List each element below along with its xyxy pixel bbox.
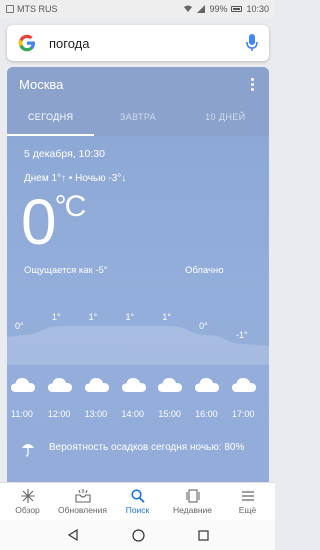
precipitation-row: Вероятность осадков сегодня ночью: 80% [21, 441, 261, 457]
weather-card-header: Москва [7, 67, 269, 102]
current-temperature: 0°C [21, 190, 87, 254]
weather-date: 5 декабря, 10:30 [24, 148, 105, 160]
nav-more[interactable]: Ещё [220, 483, 275, 520]
weather-condition: Облачно [185, 265, 224, 276]
hourly-temp-label: -1° [236, 330, 248, 340]
cloud-icon [121, 378, 146, 392]
nav-overview-label: Обзор [15, 504, 40, 515]
active-tab-indicator [7, 134, 94, 136]
nav-recent[interactable]: Недавние [165, 483, 220, 520]
sim-icon [6, 5, 14, 13]
battery-icon [231, 6, 243, 12]
nav-overview[interactable]: Обзор [0, 483, 55, 520]
temperature-graph [7, 326, 269, 365]
hourly-temp-label: 1° [162, 312, 171, 322]
system-navigation [0, 520, 275, 550]
hourly-icons [7, 375, 269, 397]
google-logo-icon [18, 34, 35, 52]
precipitation-text: Вероятность осадков сегодня ночью: 80% [49, 442, 245, 453]
hourly-time-label: 11:00 [11, 409, 33, 419]
wifi-icon [184, 5, 193, 12]
carrier-label: MTS RUS [17, 4, 58, 14]
hourly-time-label: 13:00 [84, 409, 108, 419]
cloud-icon [232, 378, 256, 392]
umbrella-icon [22, 444, 34, 457]
temperature-area [7, 326, 269, 365]
nav-recent-label: Недавние [172, 504, 213, 515]
hourly-temp-label: 1° [125, 312, 135, 322]
more-options-icon[interactable] [247, 78, 257, 91]
inbox-icon [74, 488, 91, 503]
recent-icon [185, 488, 200, 503]
search-icon [130, 488, 145, 503]
tab-10-days[interactable]: 10 ДНЕЙ [182, 102, 269, 136]
nav-search[interactable]: Поиск [110, 483, 165, 520]
hourly-time-label: 16:00 [195, 409, 218, 419]
hourly-temp-label: 0° [15, 321, 24, 331]
back-icon[interactable] [67, 529, 79, 541]
tab-today[interactable]: СЕГОДНЯ [7, 102, 94, 136]
temperature-value: 0 [21, 186, 57, 258]
search-query[interactable]: погода [49, 36, 90, 51]
hourly-temp-label: 1° [88, 312, 98, 322]
tab-tomorrow[interactable]: ЗАВТРА [94, 102, 181, 136]
weather-tabs: СЕГОДНЯ ЗАВТРА 10 ДНЕЙ [7, 102, 269, 136]
bottom-navigation: Обзор Обновления Поиск Недавние Ещё [0, 482, 275, 520]
status-time: 10:30 [246, 4, 269, 14]
hourly-time-label: 12:00 [47, 409, 71, 419]
nav-more-label: Ещё [238, 504, 257, 515]
hourly-time-label: 17:00 [232, 409, 255, 419]
cloud-icon [158, 378, 183, 392]
cloud-icon [11, 378, 35, 392]
hourly-time-label: 15:00 [158, 409, 181, 419]
nav-search-label: Поиск [125, 504, 150, 515]
microphone-icon[interactable] [245, 33, 259, 53]
signal-icon [197, 5, 206, 13]
temperature-unit: °C [54, 190, 87, 223]
search-bar[interactable]: погода [7, 25, 269, 61]
cloud-icon [195, 378, 220, 392]
menu-icon [241, 490, 254, 501]
status-bar: MTS RUS 99% 10:30 [0, 0, 275, 18]
day-night-temps: Днем 1°↑ • Ночью -3°↓ [24, 173, 127, 184]
nav-updates[interactable]: Обновления [55, 483, 110, 520]
weather-card: Москва СЕГОДНЯ ЗАВТРА 10 ДНЕЙ 5 декабря,… [7, 67, 269, 482]
hourly-temp-label: 1° [51, 312, 61, 322]
feels-like: Ощущается как -5° [24, 265, 108, 276]
hourly-temp-label: 0° [199, 321, 208, 331]
sparkle-icon [20, 488, 35, 503]
nav-updates-label: Обновления [58, 504, 107, 515]
cloud-icon [84, 378, 109, 392]
hourly-time-label: 14:00 [121, 409, 145, 419]
home-icon[interactable] [131, 528, 145, 542]
cloud-icon [47, 378, 72, 392]
overview-icon[interactable] [197, 529, 209, 541]
city-name: Москва [19, 77, 64, 92]
battery-percent: 99% [209, 4, 228, 14]
